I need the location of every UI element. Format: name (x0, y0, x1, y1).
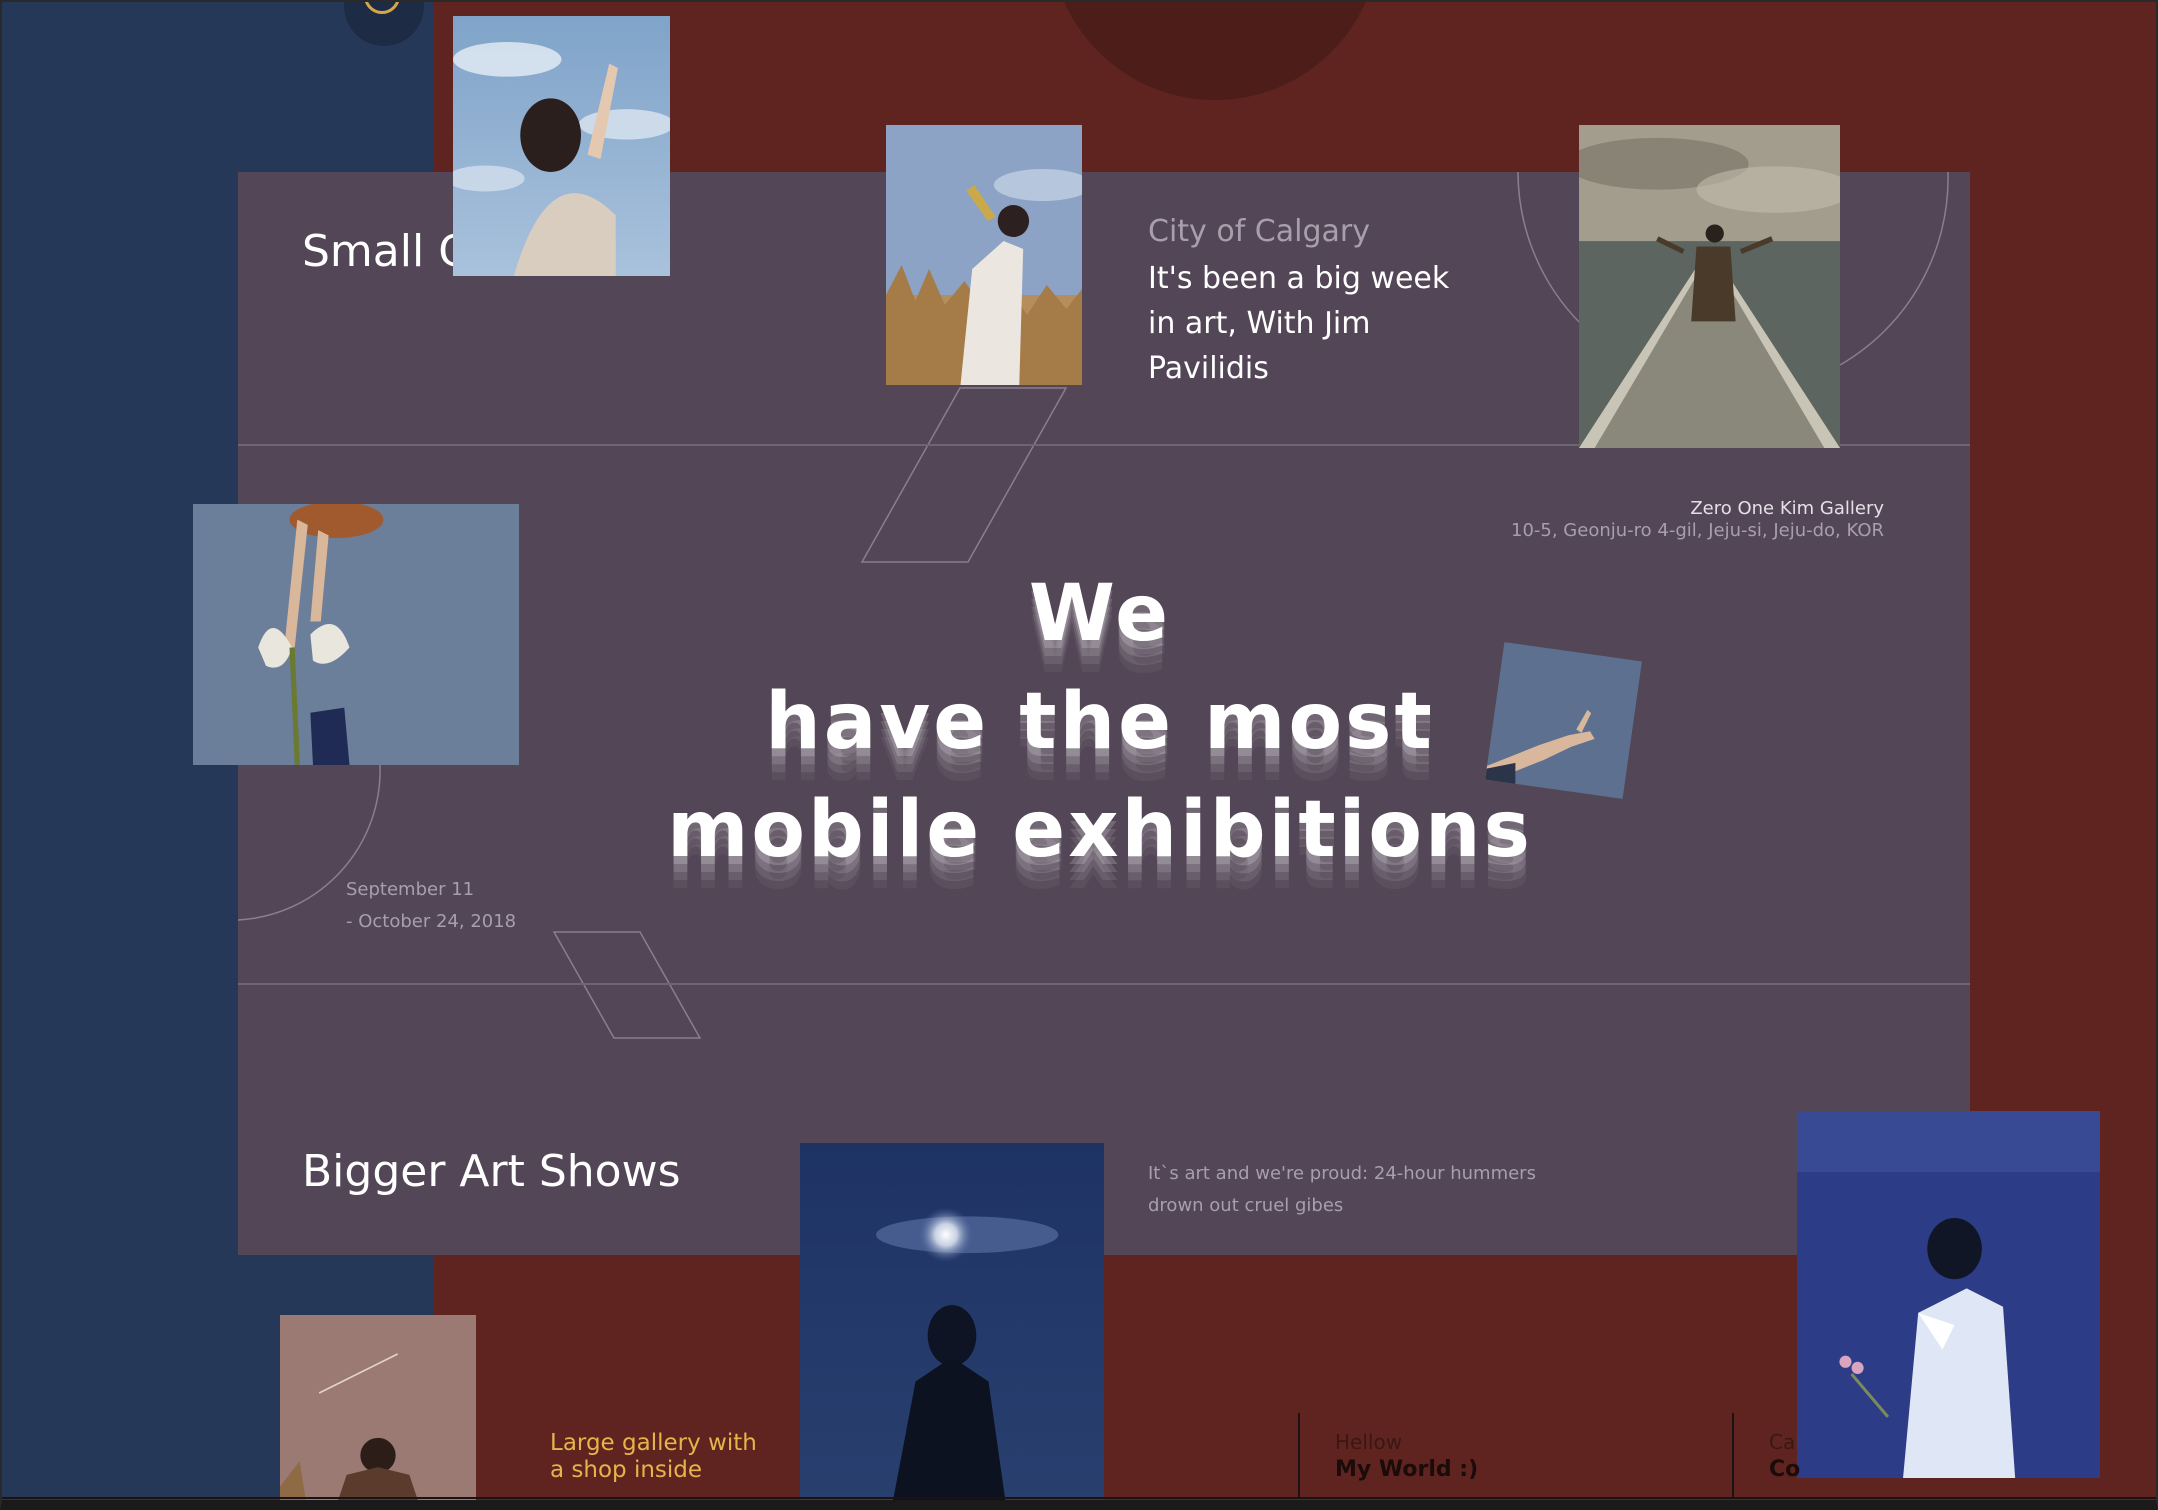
photo-woman-pier[interactable] (1579, 125, 1840, 448)
photo-hands-flowers[interactable] (193, 504, 519, 765)
large-gallery-line-1: Large gallery with (550, 1430, 757, 1456)
footer-divider-1 (1298, 1413, 1300, 1499)
city-news-text: It's been a big week in art, With Jim Pa… (1148, 261, 1450, 386)
hero-headline: We have the most mobile exhibitions (600, 560, 1600, 884)
photo-woman-field[interactable] (886, 125, 1082, 385)
partial-label: Ca (1769, 1430, 1796, 1454)
exhibition-page: { "sections": { "small_title": "Small G"… (0, 0, 2158, 1510)
exhibition-dates: September 11 - October 24, 2018 (346, 874, 516, 938)
partial-value: Co (1769, 1457, 1801, 1482)
tagline-text: It`s art and we're proud: 24-hour hummer… (1148, 1163, 1536, 1216)
photo-hand-reaching[interactable] (1485, 642, 1642, 799)
city-title: City of Calgary (1148, 214, 1370, 249)
footer-divider-2 (1732, 1413, 1734, 1499)
venue-name: Zero One Kim Gallery (1690, 498, 1884, 519)
headline-line-1: We (1028, 569, 1172, 659)
headline-line-3: mobile exhibitions (667, 785, 1533, 875)
photo-woman-sky[interactable] (453, 16, 670, 276)
footer-line (0, 1497, 2158, 1499)
headline-line-2: have the most (765, 677, 1435, 767)
bigger-art-shows-title: Bigger Art Shows (302, 1146, 681, 1197)
date-end: - October 24, 2018 (346, 911, 517, 932)
photo-man-ocean[interactable] (1797, 1111, 2100, 1478)
venue-info: Zero One Kim Gallery 10-5, Geonju-ro 4-g… (1511, 498, 1884, 542)
photo-man-sunset[interactable] (280, 1315, 476, 1510)
large-gallery-text: Large gallery with a shop inside (550, 1430, 757, 1484)
hello-label: Hellow (1335, 1430, 1403, 1454)
date-start: September 11 (346, 879, 475, 900)
hello-value: My World :) (1335, 1457, 1479, 1482)
large-gallery-line-2: a shop inside (550, 1457, 703, 1483)
photo-woman-night[interactable] (800, 1143, 1104, 1510)
venue-address: 10-5, Geonju-ro 4-gil, Jeju-si, Jeju-do,… (1511, 520, 1884, 541)
panel-divider-bottom (238, 983, 1970, 985)
small-galleries-title: Small G (302, 226, 473, 277)
